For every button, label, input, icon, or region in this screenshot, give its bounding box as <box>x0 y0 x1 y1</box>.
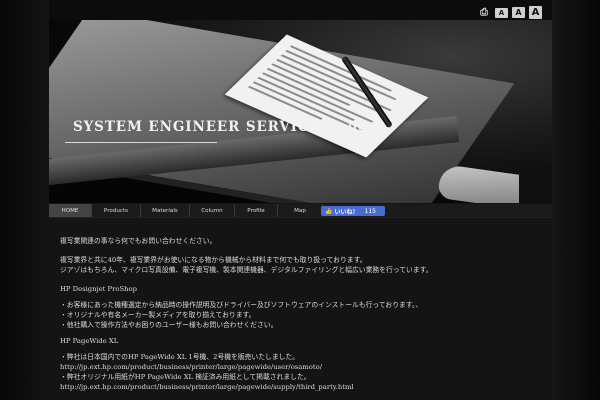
list-item: ・他社購入で操作方法やお困りのユーザー様もお問い合わせください。 <box>60 321 278 329</box>
site-title-suffix: co.,ltd. <box>320 123 371 134</box>
accessibility-tools: ⎙ A A A <box>477 6 542 19</box>
thumbs-up-icon: 👍 <box>325 207 333 215</box>
site-title-main: SYSTEM ENGINEER SERVICE <box>73 119 321 135</box>
nav-item-column[interactable]: Column <box>190 204 235 217</box>
nav-item-home[interactable]: HOME <box>49 204 92 217</box>
nav-item-profile[interactable]: Profile <box>235 204 278 217</box>
nav-item-products[interactable]: Products <box>92 204 141 217</box>
section-title-pagewide: HP PageWide XL <box>60 337 119 345</box>
font-size-large-button[interactable]: A <box>529 6 542 19</box>
pagewide-supply-link[interactable]: http://jp.ext.hp.com/product/business/pr… <box>60 383 354 391</box>
about-line-2: ジアゾはもちろん、マイクロ写真設備、電子複写機、製本関連機器、デジタルファイリン… <box>60 266 433 274</box>
list-item: ・弊社オリジナル用紙がHP PageWide XL 検証済み用紙として掲載されま… <box>60 373 311 381</box>
hand-image <box>437 163 531 203</box>
like-count: 115 <box>364 207 376 215</box>
main-nav: HOME Products Materials Column Profile M… <box>49 204 552 218</box>
pagewide-user-link[interactable]: http://jp.ext.hp.com/product/business/pr… <box>60 363 322 371</box>
list-item: ・弊社は日本国内でのHP PageWide XL 1号機、2号機を販売いたしまし… <box>60 353 300 361</box>
intro-text: 複写業関連の事なら何でもお問い合わせください。 <box>60 237 217 245</box>
nav-item-map[interactable]: Map <box>278 204 323 217</box>
page: ⎙ A A A SYSTEM ENGINEER SERVICE co.,ltd.… <box>49 0 552 400</box>
like-label: いいね！ <box>334 208 359 216</box>
title-underline <box>65 142 217 143</box>
list-item: ・オリジナルや有名メーカー製メディアを取り揃えております。 <box>60 311 256 319</box>
main-content: 複写業関連の事なら何でもお問い合わせください。 複写業界と共に40年、複写業界が… <box>60 236 545 392</box>
nav-item-materials[interactable]: Materials <box>141 204 190 217</box>
top-bar: ⎙ A A A <box>49 0 552 20</box>
list-item: ・お客様にあった機種選定から納品時の操作説明及びドライバー及びソフトウェアのイン… <box>60 301 423 309</box>
printer-icon[interactable]: ⎙ <box>477 7 491 19</box>
about-line-1: 複写業界と共に40年、複写業界がお使いになる物から機械から材料まで何でも取り扱っ… <box>60 256 367 264</box>
site-title: SYSTEM ENGINEER SERVICE co.,ltd. <box>73 119 371 135</box>
font-size-medium-button[interactable]: A <box>512 7 525 18</box>
section-title-designjet: HP Designjet ProShop <box>60 285 137 293</box>
hero-banner: SYSTEM ENGINEER SERVICE co.,ltd. <box>49 20 552 203</box>
sleeve-image <box>519 170 552 203</box>
font-size-small-button[interactable]: A <box>495 7 508 18</box>
facebook-like-button[interactable]: 👍 いいね！ 115 <box>321 206 385 216</box>
